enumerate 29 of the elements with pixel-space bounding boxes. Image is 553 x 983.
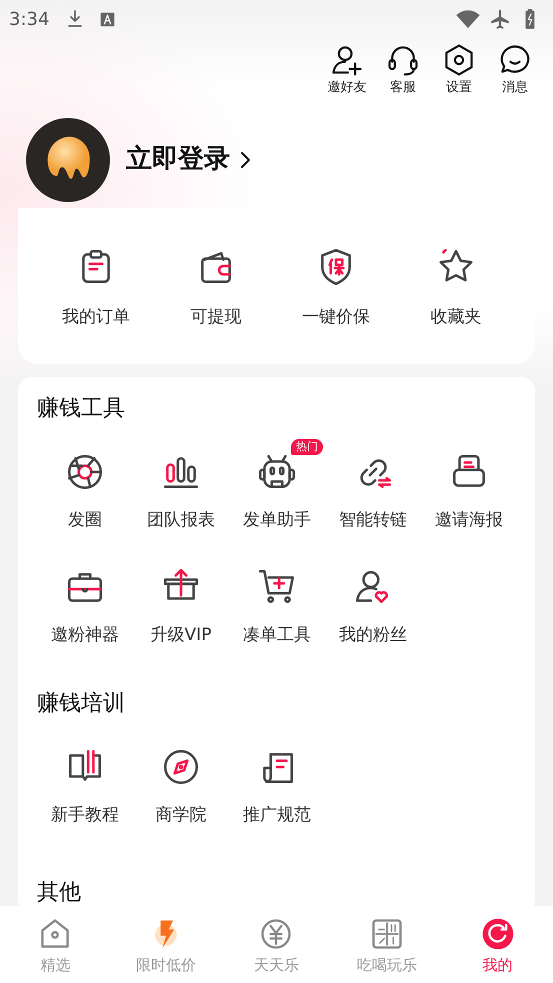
top-action-button[interactable]: 设置 — [435, 42, 483, 98]
shortcut-button[interactable]: 收藏夹 — [396, 246, 516, 330]
tool-button[interactable]: 推广规范 — [243, 746, 311, 828]
top-action-button[interactable]: 消息 — [491, 42, 539, 98]
shortcut-button[interactable]: 可提现 — [156, 246, 276, 330]
top-action-button[interactable]: 客服 — [379, 42, 427, 98]
shortcut-button[interactable]: 一键价保 — [276, 246, 396, 330]
keyboard-icon — [99, 10, 116, 28]
section-title: 其他 — [37, 878, 82, 906]
tool-button[interactable]: 新手教程 — [51, 746, 119, 828]
tool-button[interactable]: 智能转链 — [339, 451, 407, 534]
tool-button[interactable]: 邀请海报 — [435, 451, 503, 534]
top-action-button[interactable]: 邀好友 — [323, 42, 371, 98]
tool-button[interactable]: 升级VIP — [150, 566, 212, 648]
section-title: 赚钱培训 — [37, 690, 126, 718]
refresh-icon — [480, 916, 516, 952]
tool-button[interactable]: 凑单工具 — [243, 566, 311, 648]
airplane-icon — [489, 8, 511, 30]
tool-button[interactable]: 我的粉丝 — [339, 566, 407, 648]
login-link[interactable]: 立即登录 — [126, 140, 256, 179]
tool-button[interactable]: 商学院 — [156, 746, 206, 828]
section-title: 赚钱工具 — [37, 395, 126, 423]
hot-badge: 热门 — [291, 439, 323, 455]
tab-item[interactable]: 我的 — [442, 906, 553, 983]
tool-button[interactable]: 邀粉神器 — [51, 566, 119, 648]
tool-button[interactable]: 团队报表 — [147, 451, 215, 534]
shortcut-button[interactable]: 我的订单 — [36, 246, 156, 330]
tool-button[interactable]: 发圈 — [64, 451, 106, 534]
status-time: 3:34 — [9, 8, 50, 32]
